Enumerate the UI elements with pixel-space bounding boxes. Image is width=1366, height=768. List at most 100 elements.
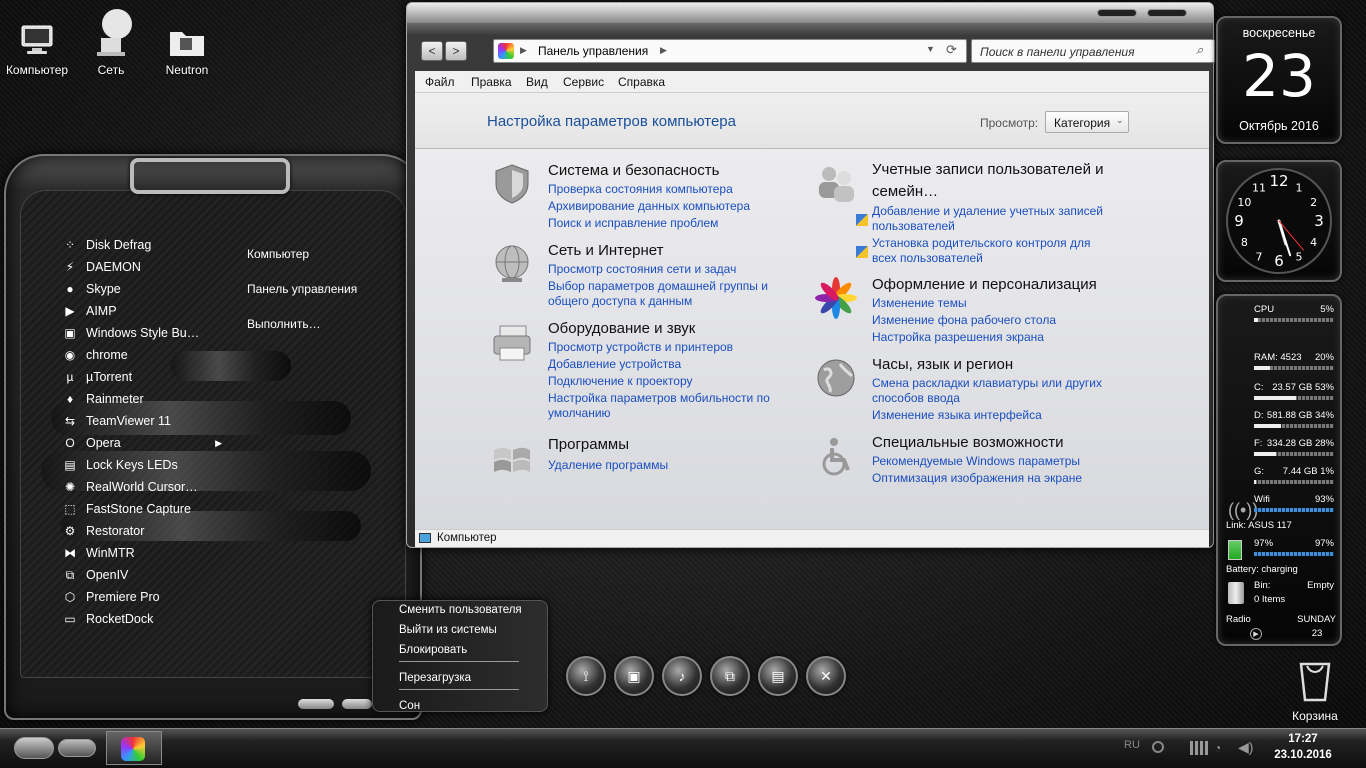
category-link[interactable]: Установка родительского контроля для все… (872, 236, 1112, 266)
menu-file[interactable]: Файл (425, 75, 455, 89)
dock-item-tools-icon[interactable]: ✕ (806, 656, 846, 696)
category-link[interactable]: Рекомендуемые Windows параметры (872, 454, 1122, 469)
category-link[interactable]: Настройка параметров мобильности по умол… (548, 391, 784, 421)
view-select[interactable]: Категория ⌄ (1045, 111, 1129, 133)
desktop-icon-neutron[interactable]: Neutron (152, 14, 222, 77)
program-rainmeter[interactable]: ♦ Rainmeter (62, 388, 222, 410)
minimize-button[interactable] (1097, 9, 1137, 17)
category-link[interactable]: Добавление устройства (548, 357, 798, 372)
clock-numeral: 3 (1314, 212, 1324, 230)
category-title[interactable]: Специальные возможности (872, 434, 1122, 451)
search-icon[interactable]: ⌕ (1196, 42, 1203, 58)
back-button[interactable]: < (421, 41, 443, 61)
volume-tray-icon[interactable]: ◀) (1238, 739, 1253, 756)
program-disk-defrag[interactable]: ⁘ Disk Defrag (62, 234, 222, 256)
program-daemon[interactable]: ⚡ DAEMON (62, 256, 222, 278)
start-button[interactable] (14, 737, 54, 759)
category-link[interactable]: Изменение темы (872, 296, 1122, 311)
search-input[interactable]: Поиск в панели управления ⌕ (971, 39, 1215, 63)
dock-item-card-icon[interactable]: ▤ (758, 656, 798, 696)
program-openiv[interactable]: ⧉ OpenIV (62, 564, 222, 586)
category-link[interactable]: Оптимизация изображения на экране (872, 471, 1122, 486)
window-titlebar[interactable] (407, 3, 1213, 23)
cpu-bar (1254, 318, 1334, 322)
recycle-bin-icon[interactable] (1228, 582, 1244, 604)
maximize-button[interactable] (1147, 9, 1187, 17)
category-link[interactable]: Проверка состояния компьютера (548, 182, 798, 197)
start-link-computer[interactable]: Компьютер (247, 247, 357, 282)
program-windows-style[interactable]: ▣ Windows Style Bu… (62, 322, 222, 344)
menu-view[interactable]: Вид (526, 75, 548, 89)
category-title[interactable]: Программы (548, 436, 798, 453)
menu-tools[interactable]: Сервис (563, 75, 604, 89)
refresh-icon[interactable]: ⟳ (946, 42, 957, 58)
program-teamviewer[interactable]: ⇆ TeamViewer 11 (62, 410, 222, 432)
program-utorrent[interactable]: µ µTorrent (62, 366, 222, 388)
category-link[interactable]: Смена раскладки клавиатуры или других сп… (872, 376, 1112, 406)
battery-row: 97% 97% (1254, 538, 1334, 549)
program-realworld-cursor[interactable]: ✺ RealWorld Cursor… (62, 476, 222, 498)
category-title[interactable]: Оформление и персонализация (872, 276, 1122, 293)
program-faststone[interactable]: ⬚ FastStone Capture (62, 498, 222, 520)
program-lock-keys[interactable]: ▤ Lock Keys LEDs (62, 454, 222, 476)
start-search-button[interactable] (298, 699, 334, 709)
show-desktop-button[interactable] (58, 739, 96, 757)
shield-icon (490, 162, 534, 206)
program-skype[interactable]: ● Skype (62, 278, 222, 300)
program-chrome[interactable]: ◉ chrome (62, 344, 222, 366)
dock-item-antenna-icon[interactable]: ⟟ (566, 656, 606, 696)
battery-tray-icon[interactable] (1190, 741, 1208, 755)
category-link[interactable]: Удаление программы (548, 458, 798, 473)
power-item-switch-user[interactable]: Сменить пользователя (399, 604, 522, 616)
menu-edit[interactable]: Правка (471, 75, 512, 89)
taskbar-item-control-panel[interactable] (106, 731, 162, 765)
tray-clock[interactable]: 17:27 23.10.2016 (1268, 731, 1338, 763)
address-field[interactable]: ▶ Панель управления ▶ ▼ ⟳ (493, 39, 967, 63)
dock-item-windows-icon[interactable]: ⧉ (710, 656, 750, 696)
category-link[interactable]: Настройка разрешения экрана (872, 330, 1122, 345)
start-link-control-panel[interactable]: Панель управления (247, 282, 357, 317)
desktop-icon-recycle-bin[interactable]: Корзина (1280, 660, 1350, 723)
category-link[interactable]: Поиск и исправление проблем (548, 216, 798, 231)
desktop-icon-computer[interactable]: Компьютер (2, 14, 72, 77)
power-item-sleep[interactable]: Сон (399, 700, 420, 712)
menu-help[interactable]: Справка (618, 75, 665, 89)
category-title[interactable]: Часы, язык и регион (872, 356, 1122, 373)
program-opera[interactable]: O Opera ▶ (62, 432, 222, 454)
category-link[interactable]: Просмотр устройств и принтеров (548, 340, 798, 355)
program-winmtr[interactable]: ⧓ WinMTR (62, 542, 222, 564)
power-item-restart[interactable]: Перезагрузка (399, 672, 471, 684)
category-title[interactable]: Учетные записи пользователей и семейн… (872, 159, 1122, 203)
address-dropdown-icon[interactable]: ▼ (926, 44, 935, 54)
program-rocketdock[interactable]: ▭ RocketDock (62, 608, 222, 630)
breadcrumb-control-panel[interactable]: Панель управления (538, 44, 648, 58)
start-link-run[interactable]: Выполнить… (247, 317, 357, 352)
category-link[interactable]: Подключение к проектору (548, 374, 798, 389)
play-icon[interactable]: ▶ (1250, 628, 1262, 640)
power-item-logoff[interactable]: Выйти из системы (399, 624, 497, 636)
category-link[interactable]: Выбор параметров домашней группы и общег… (548, 279, 784, 309)
power-item-lock[interactable]: Блокировать (399, 644, 467, 656)
category-title[interactable]: Система и безопасность (548, 162, 798, 179)
power-button[interactable] (342, 699, 372, 709)
forward-button[interactable]: > (445, 41, 467, 61)
category-link[interactable]: Изменение языка интерфейса (872, 408, 1122, 423)
program-aimp[interactable]: ▶ AIMP (62, 300, 222, 322)
category-link[interactable]: Изменение фона рабочего стола (872, 313, 1122, 328)
language-indicator[interactable]: RU (1124, 739, 1140, 751)
battery-bar (1254, 552, 1334, 556)
power-status-icon[interactable] (1152, 741, 1164, 753)
category-title[interactable]: Сеть и Интернет (548, 242, 798, 259)
dock-item-monitor-icon[interactable]: ▣ (614, 656, 654, 696)
wifi-tray-icon[interactable]: ◔ (1214, 741, 1221, 755)
category-link[interactable]: Добавление и удаление учетных записей по… (872, 204, 1112, 234)
category-link[interactable]: Просмотр состояния сети и задач (548, 262, 798, 277)
bar-fill (1254, 452, 1277, 456)
category-link[interactable]: Архивирование данных компьютера (548, 199, 798, 214)
program-premiere[interactable]: ⬡ Premiere Pro (62, 586, 222, 608)
breadcrumb-arrow-icon: ▶ (660, 45, 667, 55)
dock-item-music-icon[interactable]: ♪ (662, 656, 702, 696)
desktop-icon-network[interactable]: Сеть (76, 6, 146, 77)
category-title[interactable]: Оборудование и звук (548, 320, 798, 337)
program-restorator[interactable]: ⚙ Restorator (62, 520, 222, 542)
